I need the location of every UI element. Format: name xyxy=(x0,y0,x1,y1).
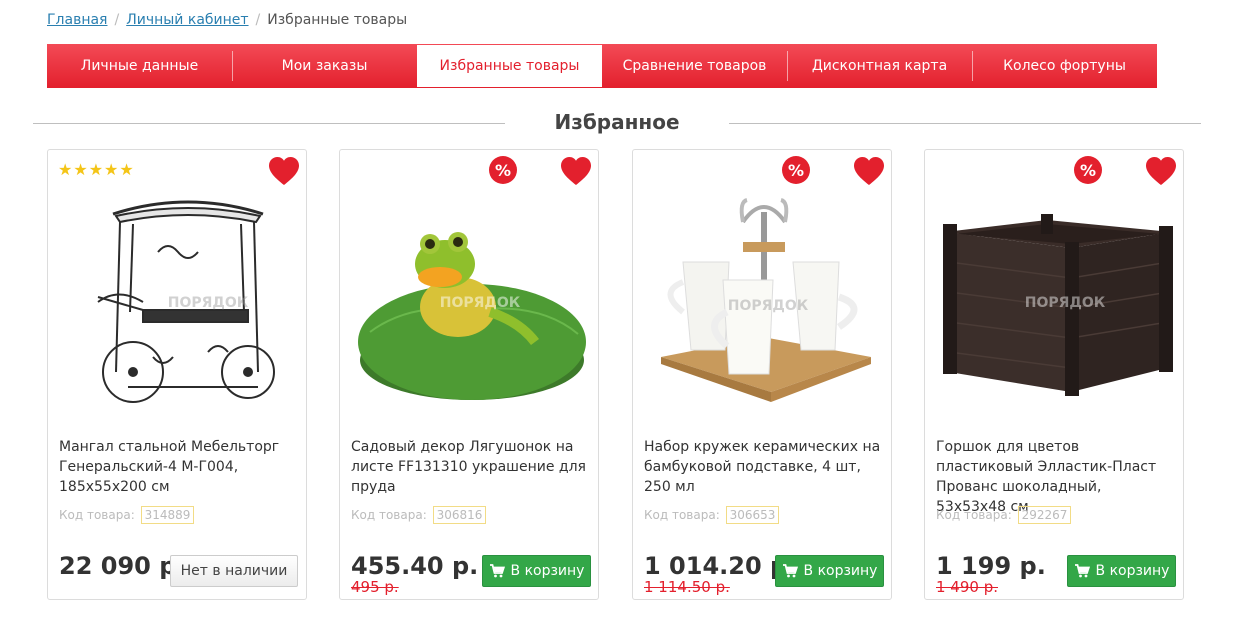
add-to-cart-button[interactable]: В корзину xyxy=(1067,555,1176,587)
rating-stars: ★ ★ ★ ★ ★ xyxy=(58,162,134,178)
star-icon: ★ xyxy=(119,160,134,179)
product-price: 22 090 р. xyxy=(59,552,186,580)
product-code-label: Код товара: xyxy=(644,508,720,522)
product-name[interactable]: Набор кружек керамических на бамбуковой … xyxy=(644,437,881,497)
section-divider-right xyxy=(729,123,1201,124)
product-image-frog-decor[interactable]: ПОРЯДОК xyxy=(350,192,590,422)
add-to-cart-label: В корзину xyxy=(510,563,585,579)
product-code-value: 306653 xyxy=(725,506,780,524)
svg-text:ПОРЯДОК: ПОРЯДОК xyxy=(440,295,521,311)
discount-percent-icon: % xyxy=(1074,156,1102,184)
add-to-cart-button[interactable]: В корзину xyxy=(775,555,884,587)
product-code: Код товара: 292267 xyxy=(936,506,1072,524)
product-image-flower-pot[interactable]: ПОРЯДОК xyxy=(935,192,1175,422)
add-to-cart-label: В корзину xyxy=(803,563,878,579)
product-code: Код товара: 306653 xyxy=(644,506,780,524)
tab-my-orders[interactable]: Мои заказы xyxy=(232,44,417,88)
product-card: % ПОРЯДОК Горшок для цветов пластиковый … xyxy=(924,149,1184,600)
product-card: % ПОРЯДОК Набор кружек керамических на б… xyxy=(632,149,892,600)
favorite-heart-icon[interactable] xyxy=(1145,156,1177,186)
discount-percent-icon: % xyxy=(489,156,517,184)
star-icon: ★ xyxy=(58,160,73,179)
add-to-cart-label: В корзину xyxy=(1095,563,1170,579)
tab-discount-card[interactable]: Дисконтная карта xyxy=(787,44,972,88)
tab-favorites[interactable]: Избранные товары xyxy=(417,45,602,87)
breadcrumb-home-link[interactable]: Главная xyxy=(47,12,107,28)
svg-text:ПОРЯДОК: ПОРЯДОК xyxy=(728,298,809,314)
svg-text:ПОРЯДОК: ПОРЯДОК xyxy=(1025,295,1106,311)
tab-compare[interactable]: Сравнение товаров xyxy=(602,44,787,88)
product-price: 455.40 р. xyxy=(351,552,479,580)
account-tabs: Личные данные Мои заказы Избранные товар… xyxy=(47,44,1157,88)
tab-fortune-wheel[interactable]: Колесо фортуны xyxy=(972,44,1157,88)
breadcrumb-separator: / xyxy=(255,12,261,28)
product-old-price: 1 490 р. xyxy=(936,578,998,596)
breadcrumb-cabinet-link[interactable]: Личный кабинет xyxy=(126,12,248,28)
star-icon: ★ xyxy=(88,160,104,179)
breadcrumb-current: Избранные товары xyxy=(267,12,408,28)
cart-icon xyxy=(782,564,798,578)
star-icon: ★ xyxy=(73,160,88,179)
product-code: Код товара: 314889 xyxy=(59,506,195,524)
section-divider-left xyxy=(33,123,505,124)
product-code-label: Код товара: xyxy=(351,508,427,522)
cart-icon xyxy=(1074,564,1090,578)
breadcrumb-separator: / xyxy=(114,12,120,28)
product-card: ★ ★ ★ ★ ★ ПОРЯДОК Мангал стальной Мебельторг… xyxy=(47,149,307,600)
product-name[interactable]: Горшок для цветов пластиковый Элластик-П… xyxy=(936,437,1173,517)
product-price: 1 014.20 р. xyxy=(644,552,797,580)
tab-personal-data[interactable]: Личные данные xyxy=(47,44,232,88)
product-code-value: 306816 xyxy=(432,506,487,524)
discount-percent-icon: % xyxy=(782,156,810,184)
product-image-mug-set[interactable]: ПОРЯДОК xyxy=(643,192,883,422)
product-price: 1 199 р. xyxy=(936,552,1046,580)
out-of-stock-button[interactable]: Нет в наличии xyxy=(170,555,298,587)
product-name[interactable]: Садовый декор Лягушонок на листе FF13131… xyxy=(351,437,588,497)
product-old-price: 1 114.50 р. xyxy=(644,578,730,596)
product-card: % ПОРЯДОК Садовый декор Лягушонок на лис… xyxy=(339,149,599,600)
product-code: Код товара: 306816 xyxy=(351,506,487,524)
product-code-value: 314889 xyxy=(140,506,195,524)
product-code-value: 292267 xyxy=(1017,506,1072,524)
product-image-grill-cart[interactable]: ПОРЯДОК xyxy=(58,192,298,422)
favorite-heart-icon[interactable] xyxy=(560,156,592,186)
product-old-price: 495 р. xyxy=(351,578,399,596)
add-to-cart-button[interactable]: В корзину xyxy=(482,555,591,587)
product-name[interactable]: Мангал стальной Мебельторг Генеральский-… xyxy=(59,437,296,497)
product-code-label: Код товара: xyxy=(936,508,1012,522)
cart-icon xyxy=(489,564,505,578)
favorite-heart-icon[interactable] xyxy=(853,156,885,186)
section-title: Избранное xyxy=(554,110,680,134)
favorite-heart-icon[interactable] xyxy=(268,156,300,186)
svg-text:ПОРЯДОК: ПОРЯДОК xyxy=(168,295,249,311)
breadcrumb: Главная / Личный кабинет / Избранные товары xyxy=(47,12,407,28)
product-code-label: Код товара: xyxy=(59,508,135,522)
star-icon: ★ xyxy=(104,160,119,179)
